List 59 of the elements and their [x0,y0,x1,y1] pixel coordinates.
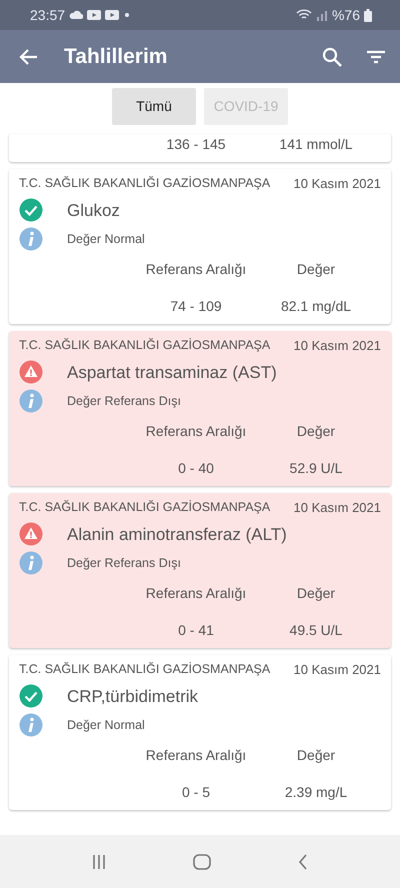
status-note: Değer Referans Dışı [67,554,181,572]
back-icon[interactable] [298,854,308,870]
wifi-icon [296,9,312,21]
battery-icon [364,8,372,22]
test-name: Alanin aminotransferaz (ALT) [67,524,287,546]
test-name: CRP,türbidimetrik [67,686,198,708]
status-note: Değer Normal [67,230,145,248]
home-icon[interactable] [192,854,211,870]
check-icon [19,684,43,708]
search-icon[interactable] [322,46,342,66]
result-value: 52.9 U/L [288,459,344,478]
recent-apps-icon[interactable] [92,854,106,870]
cloud-icon [69,10,84,20]
info-icon [19,389,43,413]
screen-title: Tahlillerim [64,44,168,70]
check-icon [19,198,43,222]
reference-range: 0 - 5 [180,783,211,802]
clock-text: 23:57 [30,6,66,24]
status-note: Değer Normal [67,716,145,734]
lab-name: T.C. SAĞLIK BAKANLIĞI GAZİOSMANPAŞA [19,337,270,354]
test-name: Aspartat transaminaz (AST) [67,362,277,384]
column-label: Değer [296,746,336,765]
video-icon [105,10,120,20]
signal-icon [316,9,328,21]
column-label: Referans Aralığı [144,584,248,603]
result-value: 49.5 U/L [288,621,344,640]
filter-icon[interactable] [366,50,386,64]
info-icon [19,713,43,737]
result-value: 82.1 mg/dL [280,297,352,316]
dot-icon [123,11,132,19]
column-label: Referans Aralığı [144,746,248,765]
result-value: 141 mmol/L [278,135,354,154]
column-label: Referans Aralığı [144,422,248,441]
result-date: 10 Kasım 2021 [294,175,381,193]
info-icon [19,551,43,575]
test-name: Glukoz [67,200,120,222]
lab-name: T.C. SAĞLIK BAKANLIĞI GAZİOSMANPAŞA [19,499,270,516]
lab-name: T.C. SAĞLIK BAKANLIĞI GAZİOSMANPAŞA [19,661,270,678]
video-icon [87,10,102,20]
result-date: 10 Kasım 2021 [294,499,381,517]
reference-range: 136 - 145 [165,135,227,154]
info-icon [19,227,43,251]
column-label: Değer [296,260,336,279]
status-note: Değer Referans Dışı [67,392,181,410]
column-label: Değer [296,584,336,603]
back-arrow-icon[interactable] [18,48,38,66]
reference-range: 0 - 40 [177,459,215,478]
result-date: 10 Kasım 2021 [294,337,381,355]
warning-icon [19,522,43,546]
lab-name: T.C. SAĞLIK BAKANLIĞI GAZİOSMANPAŞA [19,175,270,192]
column-label: Referans Aralığı [144,260,248,279]
reference-range: 0 - 41 [177,621,215,640]
filter-tab[interactable]: Tümü [112,88,196,125]
result-value: 2.39 mg/L [284,783,348,802]
column-label: Değer [296,422,336,441]
reference-range: 74 - 109 [169,297,223,316]
battery-text: %76 [332,6,360,24]
warning-icon [19,360,43,384]
result-date: 10 Kasım 2021 [294,661,381,679]
